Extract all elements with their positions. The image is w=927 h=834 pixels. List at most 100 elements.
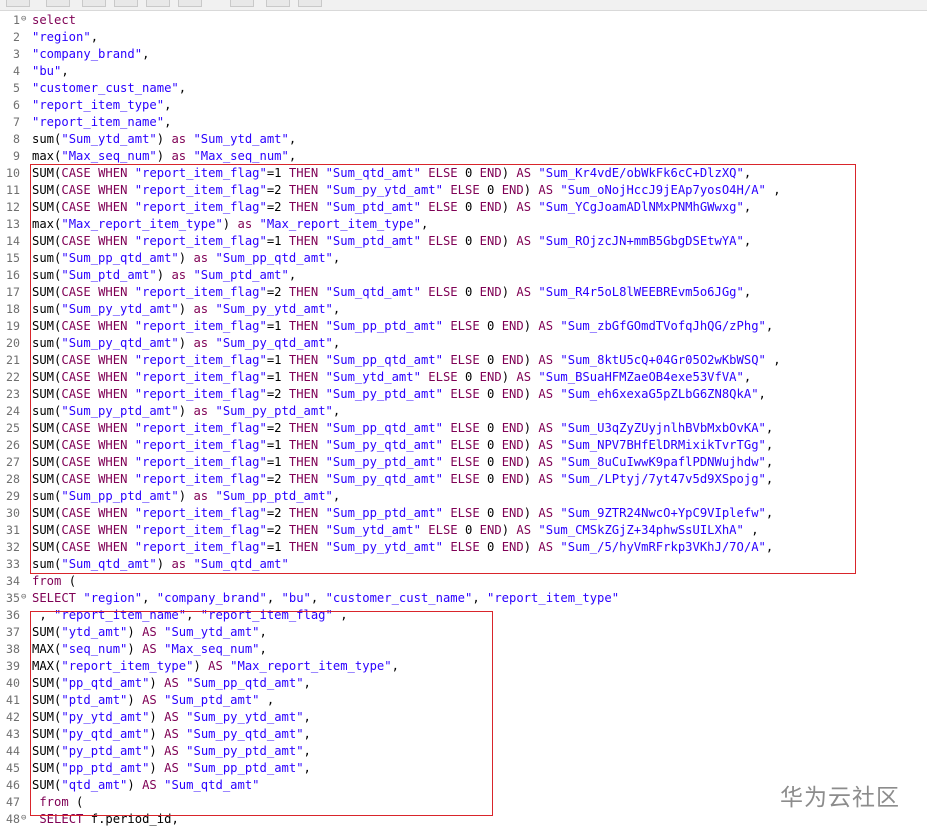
line-number: 43 xyxy=(6,727,20,741)
code-line[interactable]: 33 sum("Sum_qtd_amt") as "Sum_qtd_amt" xyxy=(0,556,927,573)
code-line[interactable]: 39 MAX("report_item_type") AS "Max_report… xyxy=(0,658,927,675)
code-text: sum("Sum_ytd_amt") as "Sum_ytd_amt", xyxy=(32,132,297,146)
code-line[interactable]: 4 "bu", xyxy=(0,63,927,80)
line-number: 9 xyxy=(13,149,20,163)
code-line[interactable]: 25 SUM(CASE WHEN "report_item_flag"=2 THE… xyxy=(0,420,927,437)
line-number: 14 xyxy=(6,234,20,248)
fold-toggle-icon[interactable]: ⊖ xyxy=(21,14,26,24)
code-line[interactable]: 42 SUM("py_ytd_amt") AS "Sum_py_ytd_amt", xyxy=(0,709,927,726)
code-line[interactable]: 10 SUM(CASE WHEN "report_item_flag"=1 THE… xyxy=(0,165,927,182)
toolbar-button[interactable] xyxy=(82,0,106,7)
code-line[interactable]: 21 SUM(CASE WHEN "report_item_flag"=1 THE… xyxy=(0,352,927,369)
toolbar-button[interactable] xyxy=(46,0,70,7)
code-text: SUM(CASE WHEN "report_item_flag"=1 THEN … xyxy=(32,319,774,333)
code-line[interactable]: 12 SUM(CASE WHEN "report_item_flag"=2 THE… xyxy=(0,199,927,216)
sql-code-editor[interactable]: 1 ⊖ select 2 "region", 3 "company_brand", 4 "bu"… xyxy=(0,12,927,828)
code-text: SUM(CASE WHEN "report_item_flag"=1 THEN … xyxy=(32,438,774,452)
line-number: 38 xyxy=(6,642,20,656)
line-number: 4 xyxy=(13,64,20,78)
code-text: "customer_cust_name", xyxy=(32,81,187,95)
code-line[interactable]: 30 SUM(CASE WHEN "report_item_flag"=2 THE… xyxy=(0,505,927,522)
code-line[interactable]: 26 SUM(CASE WHEN "report_item_flag"=1 THE… xyxy=(0,437,927,454)
line-number: 2 xyxy=(13,30,20,44)
code-text: SUM("ytd_amt") AS "Sum_ytd_amt", xyxy=(32,625,267,639)
code-line[interactable]: 36 , "report_item_name", "report_item_fl… xyxy=(0,607,927,624)
toolbar-button[interactable] xyxy=(6,0,30,7)
code-text: , "report_item_name", "report_item_flag"… xyxy=(32,608,348,622)
code-line[interactable]: 45 SUM("pp_ptd_amt") AS "Sum_pp_ptd_amt", xyxy=(0,760,927,777)
code-text: SUM(CASE WHEN "report_item_flag"=1 THEN … xyxy=(32,540,774,554)
code-line[interactable]: 37 SUM("ytd_amt") AS "Sum_ytd_amt", xyxy=(0,624,927,641)
code-line[interactable]: 18 sum("Sum_py_ytd_amt") as "Sum_py_ytd_a… xyxy=(0,301,927,318)
line-number: 17 xyxy=(6,285,20,299)
code-line[interactable]: 1 ⊖ select xyxy=(0,12,927,29)
code-line[interactable]: 48 ⊖ SELECT f.period_id, xyxy=(0,811,927,828)
code-line[interactable]: 38 MAX("seq_num") AS "Max_seq_num", xyxy=(0,641,927,658)
code-text: SUM(CASE WHEN "report_item_flag"=2 THEN … xyxy=(32,285,752,299)
line-number: 42 xyxy=(6,710,20,724)
code-text: sum("Sum_py_ytd_amt") as "Sum_py_ytd_amt… xyxy=(32,302,341,316)
line-number: 29 xyxy=(6,489,20,503)
code-text: "region", xyxy=(32,30,99,44)
code-line[interactable]: 34 from ( xyxy=(0,573,927,590)
code-line[interactable]: 9 max("Max_seq_num") as "Max_seq_num", xyxy=(0,148,927,165)
fold-toggle-icon[interactable]: ⊖ xyxy=(21,592,26,602)
code-line[interactable]: 43 SUM("py_qtd_amt") AS "Sum_py_qtd_amt", xyxy=(0,726,927,743)
code-text: from ( xyxy=(39,795,84,809)
code-line[interactable]: 2 "region", xyxy=(0,29,927,46)
code-line[interactable]: 16 sum("Sum_ptd_amt") as "Sum_ptd_amt", xyxy=(0,267,927,284)
code-line[interactable]: 29 sum("Sum_pp_ptd_amt") as "Sum_pp_ptd_a… xyxy=(0,488,927,505)
toolbar-button[interactable] xyxy=(230,0,254,7)
line-number: 10 xyxy=(6,166,20,180)
code-line[interactable]: 5 "customer_cust_name", xyxy=(0,80,927,97)
code-text: sum("Sum_qtd_amt") as "Sum_qtd_amt" xyxy=(32,557,289,571)
code-line[interactable]: 14 SUM(CASE WHEN "report_item_flag"=1 THE… xyxy=(0,233,927,250)
code-text: SUM("ptd_amt") AS "Sum_ptd_amt" , xyxy=(32,693,275,707)
line-number: 1 xyxy=(13,13,20,27)
fold-toggle-icon[interactable]: ⊖ xyxy=(21,813,26,823)
code-text: SUM("py_ytd_amt") AS "Sum_py_ytd_amt", xyxy=(32,710,311,724)
code-line[interactable]: 23 SUM(CASE WHEN "report_item_flag"=2 THE… xyxy=(0,386,927,403)
line-number: 28 xyxy=(6,472,20,486)
line-number: 47 xyxy=(6,795,20,809)
toolbar-button[interactable] xyxy=(266,0,290,7)
code-line[interactable]: 13 max("Max_report_item_type") as "Max_re… xyxy=(0,216,927,233)
code-line[interactable]: 32 SUM(CASE WHEN "report_item_flag"=1 THE… xyxy=(0,539,927,556)
line-number: 25 xyxy=(6,421,20,435)
code-line[interactable]: 3 "company_brand", xyxy=(0,46,927,63)
code-line[interactable]: 22 SUM(CASE WHEN "report_item_flag"=1 THE… xyxy=(0,369,927,386)
toolbar-button[interactable] xyxy=(298,0,322,7)
code-line[interactable]: 41 SUM("ptd_amt") AS "Sum_ptd_amt" , xyxy=(0,692,927,709)
code-line[interactable]: 8 sum("Sum_ytd_amt") as "Sum_ytd_amt", xyxy=(0,131,927,148)
code-line[interactable]: 35 ⊖ SELECT "region", "company_brand", "bu… xyxy=(0,590,927,607)
code-line[interactable]: 17 SUM(CASE WHEN "report_item_flag"=2 THE… xyxy=(0,284,927,301)
line-number: 36 xyxy=(6,608,20,622)
code-text: sum("Sum_pp_ptd_amt") as "Sum_pp_ptd_amt… xyxy=(32,489,341,503)
line-number: 22 xyxy=(6,370,20,384)
line-number: 34 xyxy=(6,574,20,588)
code-line[interactable]: 28 SUM(CASE WHEN "report_item_flag"=2 THE… xyxy=(0,471,927,488)
code-line[interactable]: 19 SUM(CASE WHEN "report_item_flag"=1 THE… xyxy=(0,318,927,335)
code-line[interactable]: 31 SUM(CASE WHEN "report_item_flag"=2 THE… xyxy=(0,522,927,539)
code-text: SUM(CASE WHEN "report_item_flag"=2 THEN … xyxy=(32,523,759,537)
code-line[interactable]: 24 sum("Sum_py_ptd_amt") as "Sum_py_ptd_a… xyxy=(0,403,927,420)
code-text: sum("Sum_pp_qtd_amt") as "Sum_pp_qtd_amt… xyxy=(32,251,341,265)
code-line[interactable]: 11 SUM(CASE WHEN "report_item_flag"=2 THE… xyxy=(0,182,927,199)
code-line[interactable]: 27 SUM(CASE WHEN "report_item_flag"=1 THE… xyxy=(0,454,927,471)
line-number: 15 xyxy=(6,251,20,265)
code-line[interactable]: 44 SUM("py_ptd_amt") AS "Sum_py_ptd_amt", xyxy=(0,743,927,760)
code-line[interactable]: 7 "report_item_name", xyxy=(0,114,927,131)
code-line[interactable]: 15 sum("Sum_pp_qtd_amt") as "Sum_pp_qtd_a… xyxy=(0,250,927,267)
line-number: 37 xyxy=(6,625,20,639)
code-line[interactable]: 20 sum("Sum_py_qtd_amt") as "Sum_py_qtd_a… xyxy=(0,335,927,352)
toolbar-button[interactable] xyxy=(146,0,170,7)
code-text: SUM("qtd_amt") AS "Sum_qtd_amt" xyxy=(32,778,260,792)
code-line[interactable]: 6 "report_item_type", xyxy=(0,97,927,114)
toolbar-button[interactable] xyxy=(178,0,202,7)
code-text: SUM("py_ptd_amt") AS "Sum_py_ptd_amt", xyxy=(32,744,311,758)
code-text: SUM(CASE WHEN "report_item_flag"=2 THEN … xyxy=(32,200,752,214)
line-number: 32 xyxy=(6,540,20,554)
code-line[interactable]: 40 SUM("pp_qtd_amt") AS "Sum_pp_qtd_amt", xyxy=(0,675,927,692)
line-number: 44 xyxy=(6,744,20,758)
toolbar-button[interactable] xyxy=(114,0,138,7)
